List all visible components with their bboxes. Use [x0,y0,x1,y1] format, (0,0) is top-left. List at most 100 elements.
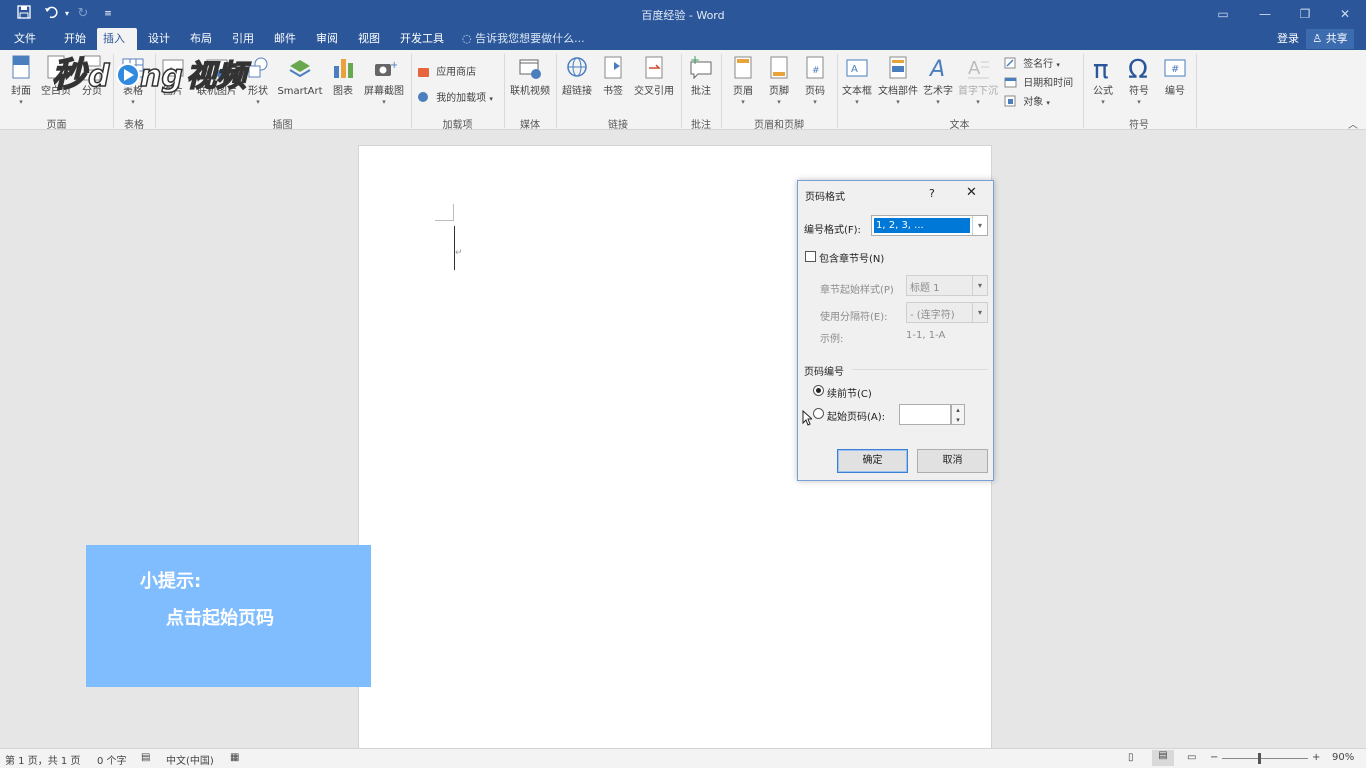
tab-mailings[interactable]: 邮件 [268,28,302,50]
tip-body: 点击起始页码 [166,608,274,629]
continue-label: 续前节(C) [827,389,872,400]
symbol-button[interactable]: Ω 符号 ▾ [1124,54,1154,106]
tell-me-text: 告诉我您想要做什么... [475,32,585,45]
svg-text:#: # [1171,64,1179,75]
dialog-close-icon[interactable]: ✕ [966,185,977,200]
continue-radio[interactable] [813,385,824,396]
header-button[interactable]: 页眉 ▾ [728,54,758,106]
macro-icon[interactable]: ▦ [230,752,239,763]
bookmark-button[interactable]: 书签 [598,54,628,98]
web-layout-icon[interactable]: ▭ [1187,752,1196,763]
group-symbols: 符号 [1129,120,1149,131]
tab-review[interactable]: 审阅 [310,28,344,50]
wordart-icon: A [928,57,945,82]
separator-select[interactable]: - (连字符) ▾ [906,302,988,323]
tab-layout[interactable]: 布局 [184,28,218,50]
title-bar: ▾ ↻ ≡ 百度经验 - Word ▭ — ❐ ✕ [0,0,1366,28]
calendar-icon [1004,77,1017,88]
zoom-out-icon[interactable]: − [1210,752,1218,763]
footer-button[interactable]: 页脚 ▾ [764,54,794,106]
cancel-button[interactable]: 取消 [917,449,988,473]
dropcap-button[interactable]: A 首字下沉 ▾ [956,54,1000,106]
chapter-style-value: 标题 1 [910,283,940,294]
screenshot-button[interactable]: + 屏幕截图 ▾ [360,54,408,106]
window-title: 百度经验 - Word [641,9,725,22]
tab-design[interactable]: 设计 [142,28,176,50]
textbox-button[interactable]: A 文本框 ▾ [840,54,874,106]
pi-icon: π [1093,55,1109,84]
wordart-button[interactable]: A 艺术字 ▾ [920,54,956,106]
separator-label: 使用分隔符(E): [820,312,888,323]
read-mode-icon[interactable]: ▯ [1128,752,1134,763]
tab-references[interactable]: 引用 [226,28,260,50]
comment-button[interactable]: + 批注 [686,54,716,98]
store-button[interactable]: 应用商店 [417,63,476,78]
cross-reference-button[interactable]: 交叉引用 [630,54,678,98]
hyperlink-button[interactable]: 超链接 [560,54,594,98]
tip-box: 小提示: 点击起始页码 [86,545,371,687]
login-link[interactable]: 登录 [1277,28,1299,50]
restore-icon[interactable]: ❐ [1290,4,1320,24]
ribbon-display-icon[interactable]: ▭ [1208,4,1238,24]
signature-line-button[interactable]: 签名行 ▾ [1004,55,1060,70]
collapse-ribbon-icon[interactable]: ︿ [1348,116,1358,131]
page-number-icon: # [806,56,824,79]
page-number-button[interactable]: # 页码 ▾ [800,54,830,106]
tab-view[interactable]: 视图 [352,28,386,50]
tab-developer[interactable]: 开发工具 [394,28,450,50]
minimize-icon[interactable]: — [1250,4,1280,24]
ribbon-tabs: 文件 开始 插入 设计 布局 引用 邮件 审阅 视图 开发工具 ◌ 告诉我您想要… [0,28,1366,50]
margin-marker [435,204,454,221]
smartart-button[interactable]: SmartArt [274,54,326,98]
object-button[interactable]: 对象 ▾ [1004,93,1050,108]
svg-text:ng: ng [140,59,183,94]
print-layout-icon[interactable]: ▤ [1152,750,1174,766]
date-time-button[interactable]: 日期和时间 [1004,74,1073,89]
word-count[interactable]: 0 个字 [97,752,127,767]
svg-text:Ω: Ω [1128,55,1148,84]
group-separator [1196,54,1197,128]
watermark-logo: 秒 d ng 视频 [51,54,252,96]
omega-icon: Ω [1128,55,1148,84]
group-illustrations: 插图 [272,120,293,131]
tab-file[interactable]: 文件 [8,28,42,50]
equation-button[interactable]: π 公式 ▾ [1088,54,1118,106]
number-format-value: 1, 2, 3, ... [874,218,970,233]
svg-text:d: d [88,59,110,94]
page-count[interactable]: 第 1 页，共 1 页 [5,752,80,767]
tell-me-box[interactable]: ◌ 告诉我您想要做什么... [462,28,585,50]
tab-home[interactable]: 开始 [58,28,92,50]
start-at-input[interactable] [899,404,951,425]
status-bar: 第 1 页，共 1 页 0 个字 ▤ 中文(中国) ▦ ▯ ▤ ▭ − + 90… [0,748,1366,768]
zoom-slider[interactable] [1222,758,1308,759]
quick-parts-button[interactable]: 文档部件 ▾ [876,54,920,106]
numbering-icon: # [1164,59,1186,77]
chapter-style-select[interactable]: 标题 1 ▾ [906,275,988,296]
svg-text:A: A [851,64,858,75]
proofing-icon[interactable]: ▤ [141,752,150,763]
zoom-level[interactable]: 90% [1332,752,1354,763]
cover-button[interactable]: 封面 ▾ [6,54,36,106]
online-video-button[interactable]: 联机视频 [508,54,552,98]
numbering-button[interactable]: # 编号 [1160,54,1190,98]
hyperlink-icon [567,57,587,77]
chart-icon [334,59,353,78]
ok-button[interactable]: 确定 [837,449,908,473]
share-button[interactable]: ♙ 共享 [1306,29,1354,49]
zoom-slider-thumb[interactable] [1258,753,1261,764]
start-at-spinner[interactable]: ▴ ▾ [951,404,965,425]
smartart-icon [289,60,311,78]
chart-button[interactable]: 图表 [328,54,358,98]
language-indicator[interactable]: 中文(中国) [166,752,214,767]
include-chapter-checkbox[interactable] [805,251,816,262]
my-addins-button[interactable]: 我的加载项 ▾ [417,89,493,104]
close-icon[interactable]: ✕ [1330,4,1360,24]
svg-text:#: # [812,66,820,76]
help-button[interactable]: ? [929,187,935,200]
textbox-icon: A [846,59,868,77]
number-format-select[interactable]: 1, 2, 3, ... ▾ [871,215,988,236]
comment-icon: + [690,54,712,80]
zoom-in-icon[interactable]: + [1312,752,1320,763]
start-at-radio[interactable] [813,408,824,419]
tab-insert[interactable]: 插入 [97,28,137,50]
